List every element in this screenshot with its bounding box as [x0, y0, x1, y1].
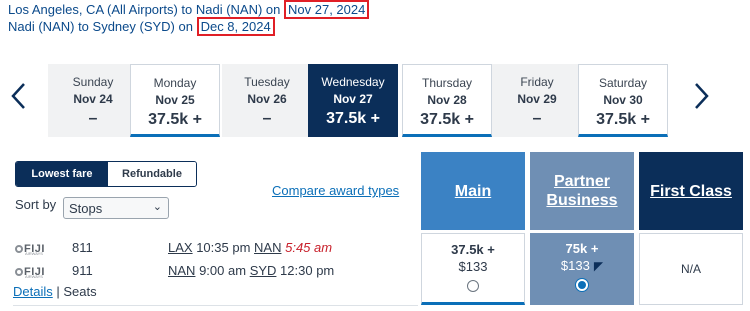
day-tile-friday[interactable]: Friday Nov 29 – — [492, 64, 582, 137]
sort-select-value: Stops — [69, 201, 103, 216]
segment-row: LAX 10:35 pm NAN 5:45 am — [168, 240, 332, 255]
day-price: 37.5k + — [148, 111, 202, 128]
chevron-down-icon: ⌄ — [152, 201, 162, 213]
day-price: – — [88, 110, 98, 127]
origin-airport[interactable]: NAN — [168, 263, 195, 278]
fiji-airways-logo: FIJI AIRWAYS — [15, 263, 51, 279]
arrival-time-next-day: 5:45 am — [285, 240, 333, 255]
fare-tax: $133 — [458, 259, 488, 274]
day-name: Friday — [520, 75, 554, 89]
destination-airport[interactable]: NAN — [254, 240, 281, 255]
day-tile-wednesday[interactable]: Wednesday Nov 27 37.5k + — [308, 64, 398, 137]
refundable-toggle[interactable]: Refundable — [108, 162, 196, 186]
day-date: Nov 24 — [73, 92, 113, 106]
cabin-partner-label-line2: Business — [546, 192, 618, 209]
airline-sub: AIRWAYS — [25, 274, 43, 279]
day-tile-monday[interactable]: Monday Nov 25 37.5k + — [130, 64, 220, 137]
day-price: 37.5k + — [326, 110, 380, 127]
flight-number: 811 — [72, 240, 93, 255]
sort-select[interactable]: Stops ⌄ — [63, 197, 169, 219]
route-connection-date: Dec 8, 2024 — [196, 17, 275, 36]
route-outbound-date: Nov 27, 2024 — [284, 0, 370, 19]
chevron-left-icon — [11, 83, 25, 109]
segment-row: NAN 9:00 am SYD 12:30 pm — [168, 263, 334, 278]
lowest-fare-toggle[interactable]: Lowest fare — [16, 162, 108, 186]
lie-flat-seat-icon: ◤ — [593, 259, 604, 273]
seats-link[interactable]: Seats — [63, 284, 96, 299]
fare-tax-row: $133 ◤ — [530, 258, 634, 273]
row-divider — [13, 305, 418, 306]
route-connection-text: Nadi (NAN) to Sydney (SYD) on — [8, 19, 193, 34]
day-date: Nov 28 — [427, 93, 467, 107]
fare-unavailable: N/A — [680, 262, 701, 276]
fare-cell-main[interactable]: 37.5k + $133 — [421, 233, 525, 305]
day-date: Nov 29 — [517, 92, 557, 106]
route-outbound-text: Los Angeles, CA (All Airports) to Nadi (… — [8, 2, 281, 17]
fare-miles: 37.5k + — [451, 242, 495, 257]
day-name: Sunday — [72, 75, 114, 89]
links-separator: | — [56, 284, 60, 299]
day-name: Thursday — [421, 76, 473, 90]
departure-time: 9:00 am — [199, 263, 247, 278]
day-date: Nov 27 — [333, 92, 373, 106]
fare-radio-partner-business[interactable] — [576, 279, 588, 291]
route-line-connection: Nadi (NAN) to Sydney (SYD) on Dec 8, 202… — [8, 17, 275, 36]
day-tile-saturday[interactable]: Saturday Nov 30 37.5k + — [578, 64, 668, 137]
day-name: Wednesday — [321, 75, 385, 89]
compare-award-types-link[interactable]: Compare award types — [272, 183, 399, 198]
fare-radio-main[interactable] — [467, 280, 479, 292]
fare-cell-first-class: N/A — [639, 233, 743, 305]
day-tile-thursday[interactable]: Thursday Nov 28 37.5k + — [402, 64, 492, 137]
day-date: Nov 25 — [155, 93, 195, 107]
origin-airport[interactable]: LAX — [168, 240, 193, 255]
fiji-airways-logo: FIJI AIRWAYS — [15, 240, 51, 256]
day-tile-tuesday[interactable]: Tuesday Nov 26 – — [222, 64, 312, 137]
day-price: 37.5k + — [420, 111, 474, 128]
fare-cell-partner-business[interactable]: 75k + $133 ◤ — [530, 233, 634, 305]
fare-miles: 75k + — [565, 241, 599, 256]
airline-sub: AIRWAYS — [25, 251, 43, 256]
sort-by-label: Sort by — [15, 197, 57, 212]
fiji-logo-icon — [15, 267, 23, 276]
fare-tax: $133 — [560, 258, 590, 273]
day-name: Tuesday — [244, 75, 290, 89]
destination-airport[interactable]: SYD — [250, 263, 277, 278]
cabin-main-label: Main — [454, 182, 492, 200]
cabin-first-label: First Class — [650, 182, 732, 200]
day-date: Nov 26 — [247, 92, 287, 106]
day-name: Saturday — [598, 76, 648, 90]
cabin-partner-business-header[interactable]: Partner Business — [530, 152, 634, 230]
departure-time: 10:35 pm — [196, 240, 251, 255]
cabin-first-class-header[interactable]: First Class — [639, 152, 743, 230]
day-price: – — [532, 110, 542, 127]
chevron-right-icon — [695, 83, 709, 109]
arrival-time: 12:30 pm — [280, 263, 335, 278]
details-link[interactable]: Details — [13, 284, 53, 299]
day-date: Nov 30 — [603, 93, 643, 107]
next-week-button[interactable] — [688, 78, 714, 114]
prev-week-button[interactable] — [6, 78, 32, 114]
fiji-logo-icon — [15, 244, 23, 253]
fare-type-toggle: Lowest fare Refundable — [15, 161, 197, 187]
route-line-outbound: Los Angeles, CA (All Airports) to Nadi (… — [8, 0, 370, 19]
day-name: Monday — [153, 76, 197, 90]
day-tile-sunday[interactable]: Sunday Nov 24 – — [48, 64, 138, 137]
day-price: 37.5k + — [596, 111, 650, 128]
day-price: – — [262, 110, 272, 127]
cabin-main-header[interactable]: Main — [421, 152, 525, 230]
flight-links: Details | Seats — [13, 284, 97, 299]
flight-number: 911 — [72, 263, 93, 278]
cabin-partner-label-line1: Partner — [553, 173, 610, 190]
